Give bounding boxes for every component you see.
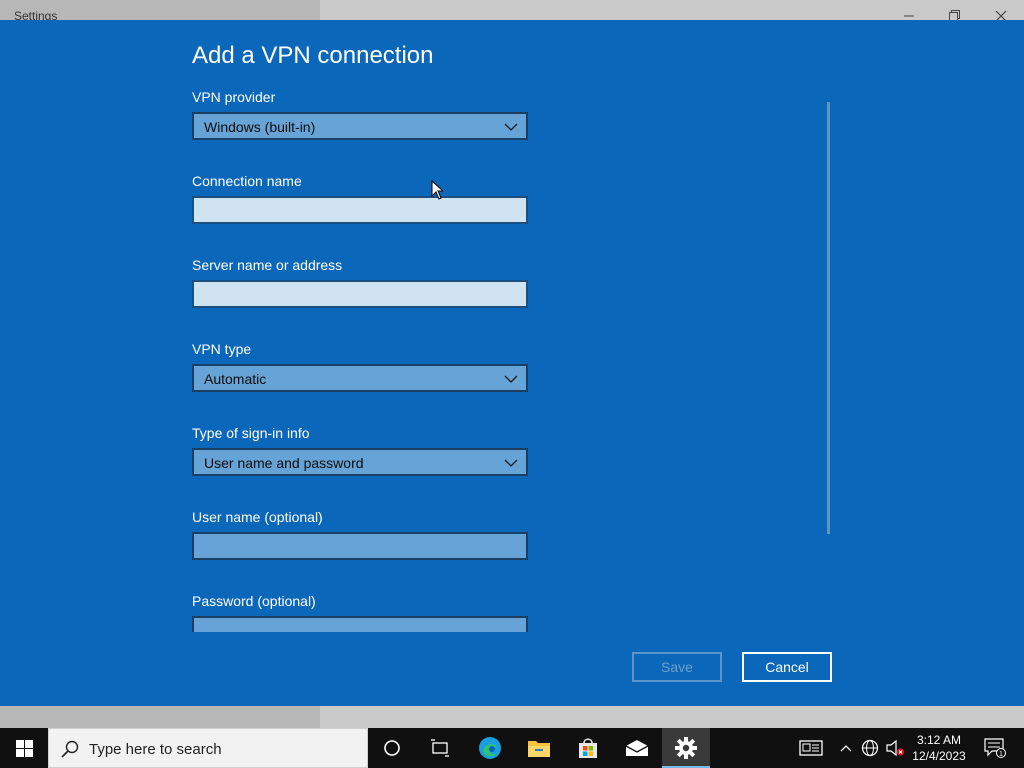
store-icon [579, 738, 597, 758]
vpn-dialog: Add a VPN connection VPN provider Window… [0, 20, 1024, 706]
clock-date: 12/4/2023 [912, 749, 966, 763]
password-field[interactable] [192, 616, 528, 632]
vpn-type-label: VPN type [192, 341, 252, 357]
user-name-input[interactable] [194, 534, 526, 558]
save-button[interactable]: Save [632, 652, 722, 682]
scrollbar[interactable] [827, 102, 830, 534]
file-explorer-button[interactable] [515, 728, 563, 768]
settings-icon [675, 737, 697, 759]
sign-in-type-label: Type of sign-in info [192, 425, 310, 441]
sign-in-type-value: User name and password [204, 455, 364, 471]
news-button[interactable] [794, 728, 828, 768]
search-icon [61, 740, 79, 758]
window-background-strip [0, 706, 1024, 728]
settings-taskbar-button[interactable] [662, 728, 710, 768]
server-name-input[interactable] [194, 282, 526, 306]
volume-button[interactable] [884, 728, 906, 768]
server-name-label: Server name or address [192, 257, 343, 273]
chevron-down-icon [504, 375, 518, 383]
chevron-down-icon [504, 459, 518, 467]
search-placeholder: Type here to search [89, 741, 222, 758]
mail-icon [625, 740, 649, 756]
task-view-icon [431, 739, 449, 757]
user-name-label: User name (optional) [192, 509, 323, 525]
clock-button[interactable]: 3:12 AM 12/4/2023 [908, 728, 970, 768]
file-explorer-icon [528, 741, 550, 757]
mail-button[interactable] [613, 728, 661, 768]
password-label: Password (optional) [192, 593, 316, 609]
vpn-provider-value: Windows (built-in) [204, 119, 316, 135]
sign-in-type-select[interactable]: User name and password [192, 448, 528, 476]
windows-logo-icon [15, 739, 33, 757]
task-view-button[interactable] [416, 728, 464, 768]
show-hidden-icons-button[interactable] [836, 728, 856, 768]
edge-icon [479, 737, 501, 759]
connection-name-field[interactable] [192, 196, 528, 224]
cancel-button[interactable]: Cancel [742, 652, 832, 682]
notification-icon: 1 [984, 738, 1006, 758]
connection-name-input[interactable] [194, 198, 526, 222]
action-center-button[interactable]: 1 [978, 728, 1012, 768]
chevron-up-icon [840, 745, 852, 752]
vpn-type-select[interactable]: Automatic [192, 364, 528, 392]
cortana-button[interactable] [368, 728, 416, 768]
start-button[interactable] [0, 728, 48, 768]
vpn-provider-select[interactable]: Windows (built-in) [192, 112, 528, 140]
notification-count: 1 [999, 751, 1003, 758]
strip-left-pane [0, 706, 320, 728]
edge-button[interactable] [466, 728, 514, 768]
cortana-icon [384, 740, 400, 756]
vpn-provider-label: VPN provider [192, 89, 276, 105]
taskbar-search-box[interactable]: Type here to search [48, 728, 368, 768]
taskbar: Type here to search 3:12 AM 12/4/2023 1 [0, 728, 1024, 768]
chevron-down-icon [504, 123, 518, 131]
dialog-heading: Add a VPN connection [192, 42, 434, 69]
volume-muted-icon [886, 739, 904, 757]
clock-time: 3:12 AM [916, 733, 961, 747]
store-button[interactable] [564, 728, 612, 768]
vpn-type-value: Automatic [204, 371, 267, 387]
server-name-field[interactable] [192, 280, 528, 308]
user-name-field[interactable] [192, 532, 528, 560]
connection-name-label: Connection name [192, 173, 302, 189]
news-icon [799, 740, 823, 756]
globe-network-icon [861, 739, 879, 757]
network-button[interactable] [858, 728, 882, 768]
mouse-cursor-icon [431, 180, 443, 200]
